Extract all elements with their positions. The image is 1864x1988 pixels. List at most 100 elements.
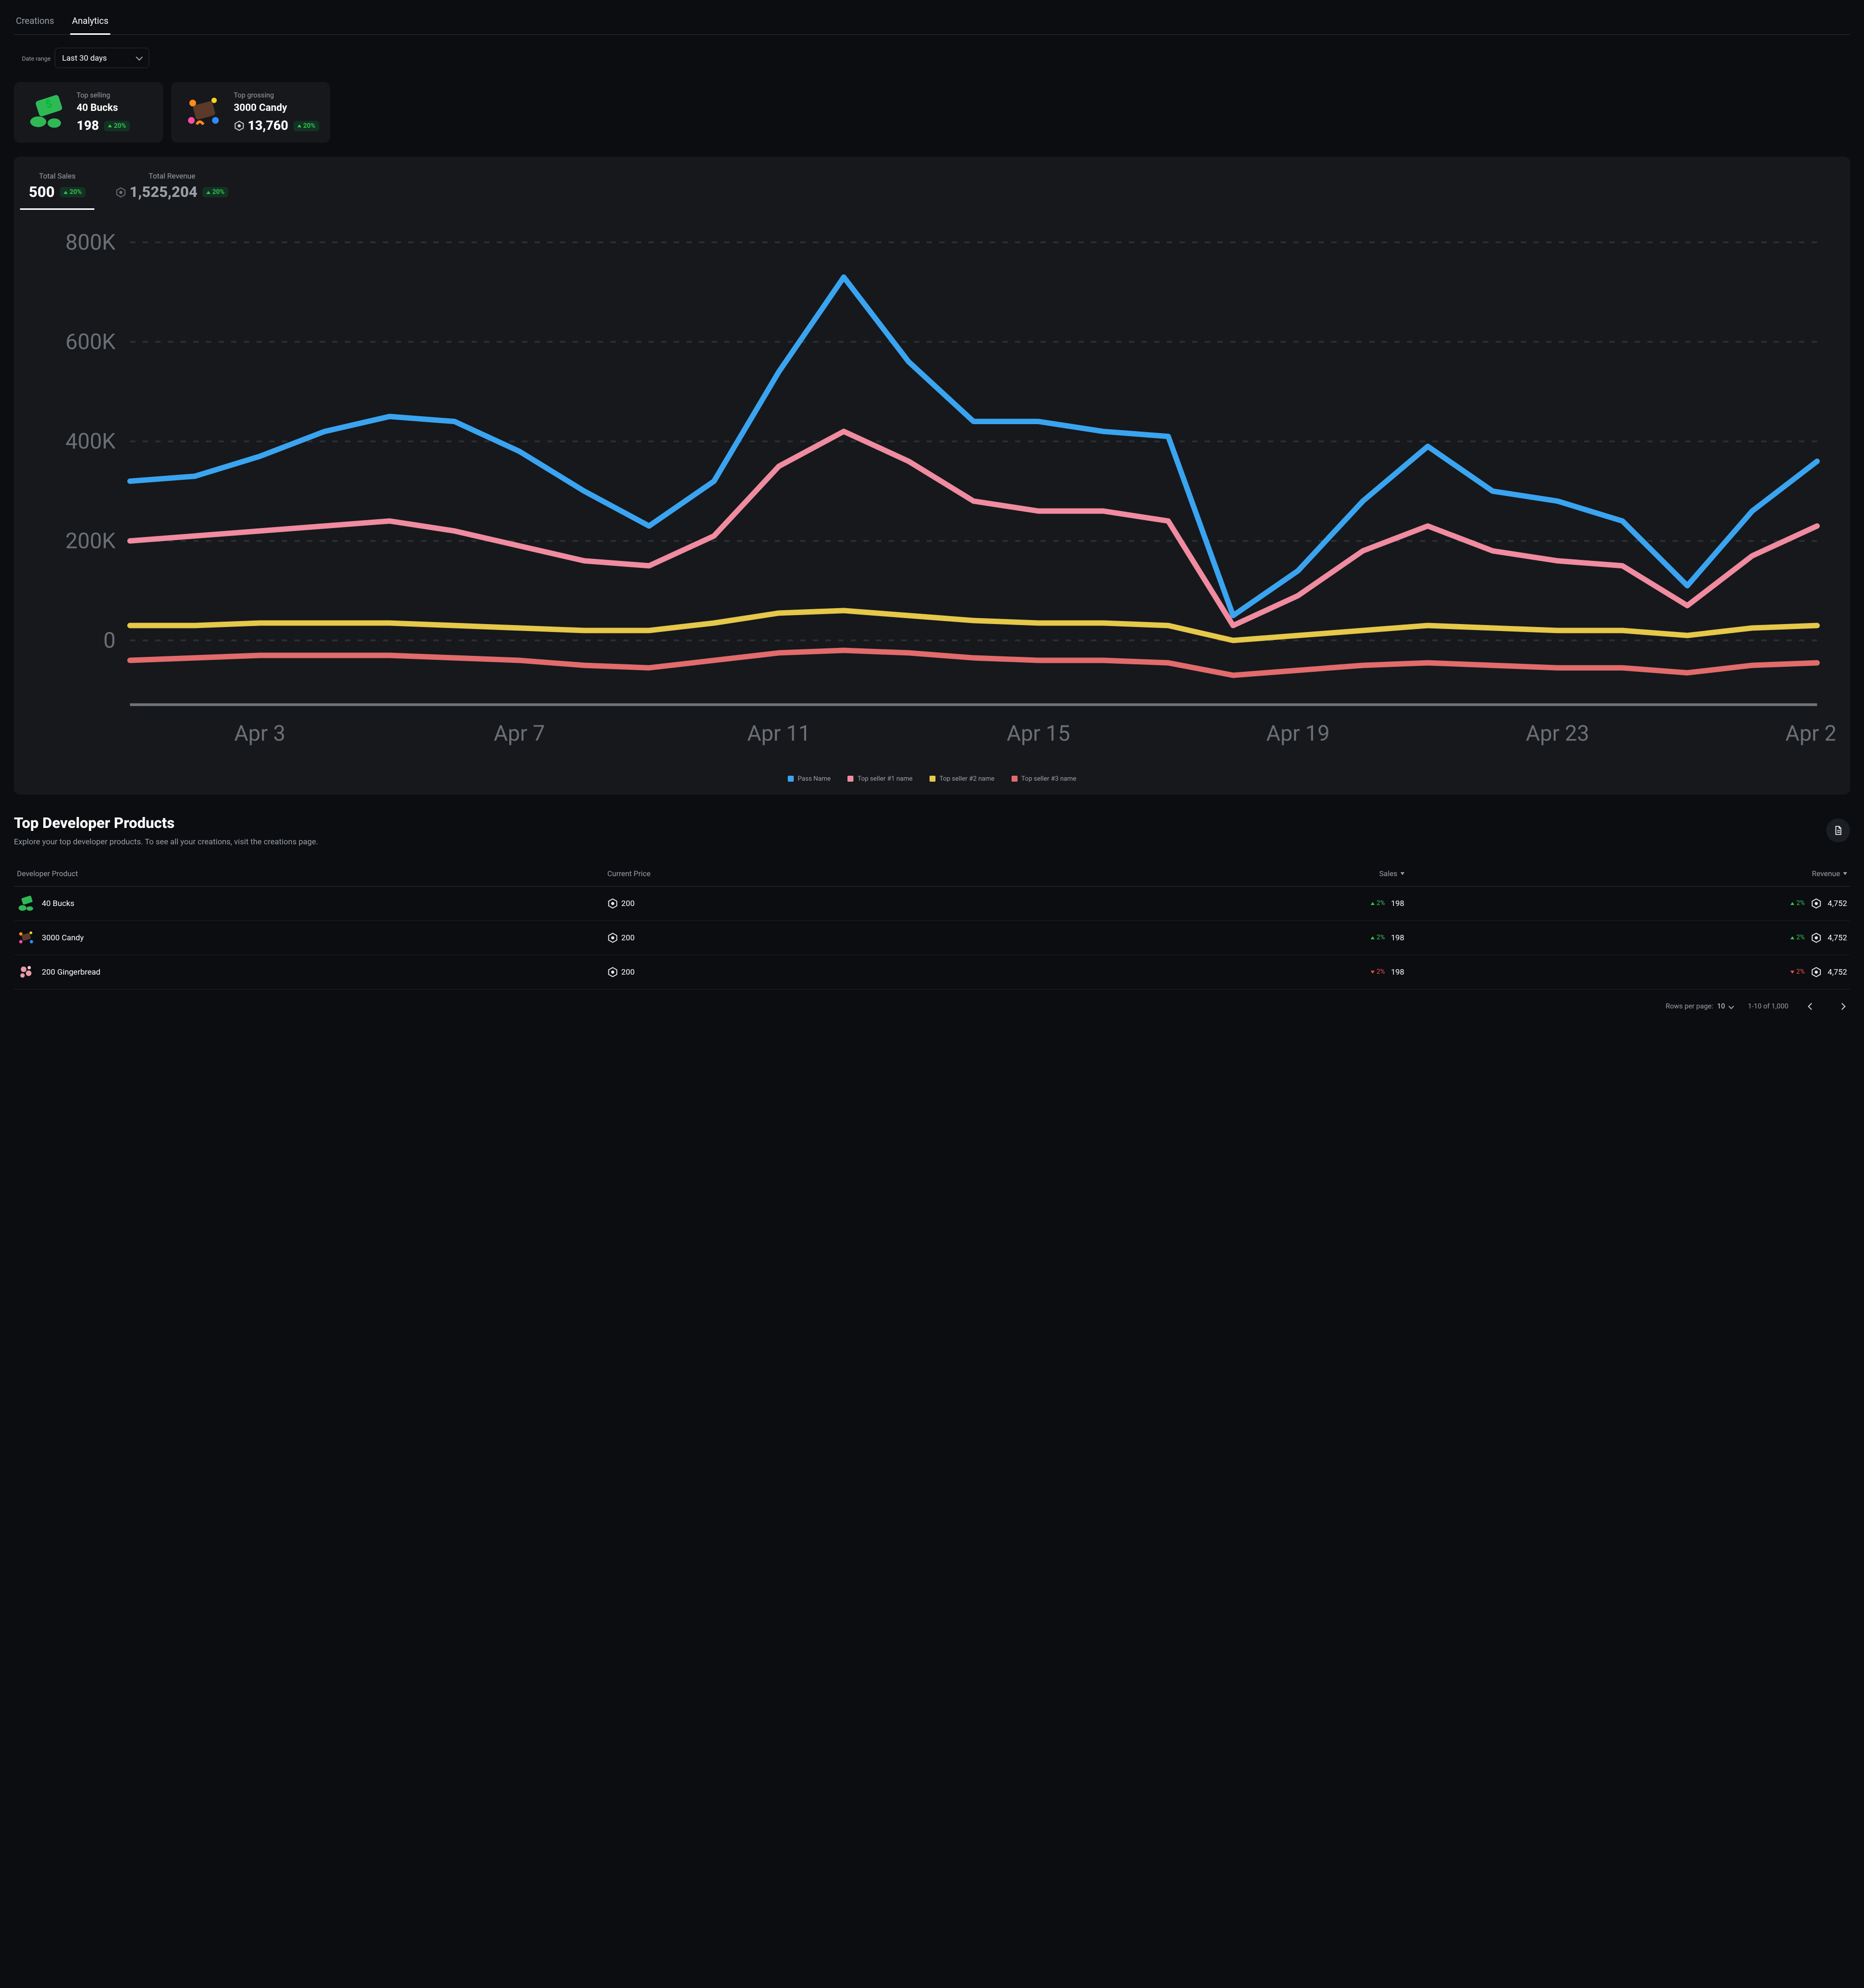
legend-swatch bbox=[847, 776, 853, 782]
sort-desc-icon bbox=[1400, 872, 1404, 875]
candy-icon bbox=[17, 929, 35, 947]
sales-value: 198 bbox=[1391, 899, 1404, 908]
svg-text:Apr 23: Apr 23 bbox=[1526, 721, 1589, 746]
svg-text:Apr 11: Apr 11 bbox=[747, 721, 810, 746]
metric-delta: 20% bbox=[202, 187, 228, 197]
metric-label: Total Revenue bbox=[115, 172, 228, 181]
table-row[interactable]: 3000 Candy 200 2% 198 2% 4,752 bbox=[14, 921, 1850, 955]
section-subtitle: Explore your top developer products. To … bbox=[14, 837, 318, 846]
arrow-up-icon bbox=[64, 191, 68, 194]
chart-panel: Total Sales 500 20% Total Revenue 1,525,… bbox=[14, 157, 1850, 795]
revenue-value: 4,752 bbox=[1828, 933, 1847, 942]
robux-icon bbox=[607, 967, 618, 978]
revenue-delta: 2% bbox=[1790, 900, 1805, 907]
arrow-up-icon bbox=[1790, 902, 1794, 905]
document-icon bbox=[1833, 825, 1844, 836]
legend-item[interactable]: Top seller #2 name bbox=[930, 775, 995, 783]
cell-revenue: 2% 4,752 bbox=[1790, 898, 1847, 909]
date-range-value: Last 30 days bbox=[62, 53, 107, 63]
products-table: Developer Product Current Price Sales Re… bbox=[14, 861, 1850, 990]
legend-swatch bbox=[930, 776, 935, 782]
legend-item[interactable]: Top seller #1 name bbox=[847, 775, 913, 783]
robux-icon bbox=[115, 187, 126, 198]
legend-swatch bbox=[788, 776, 794, 782]
cell-price: 200 bbox=[607, 898, 961, 909]
chart: 0200K400K600K800KApr 3Apr 7Apr 11Apr 15A… bbox=[29, 224, 1835, 766]
table-row[interactable]: 200 Gingerbread 200 2% 198 2% 4,752 bbox=[14, 955, 1850, 990]
kpi-top-grossing[interactable]: Top grossing 3000 Candy 13,760 20% bbox=[171, 82, 330, 143]
legend-item[interactable]: Pass Name bbox=[788, 775, 831, 783]
th-price[interactable]: Current Price bbox=[607, 869, 961, 878]
revenue-value: 4,752 bbox=[1828, 899, 1847, 908]
pagination-range: 1-10 of 1,000 bbox=[1748, 1002, 1789, 1010]
chevron-left-icon bbox=[1808, 1003, 1815, 1010]
product-name: 3000 Candy bbox=[42, 933, 84, 942]
legend-label: Top seller #3 name bbox=[1022, 775, 1077, 783]
kpi-top-selling[interactable]: $ Top selling 40 Bucks 198 20% bbox=[14, 82, 163, 143]
product-name: 40 Bucks bbox=[42, 899, 74, 908]
sales-delta: 2% bbox=[1371, 900, 1385, 907]
kpi-delta: 20% bbox=[104, 121, 130, 131]
th-revenue[interactable]: Revenue bbox=[1812, 869, 1847, 878]
kpi-name: 3000 Candy bbox=[234, 101, 319, 113]
arrow-down-icon bbox=[1790, 971, 1794, 974]
cell-product: 40 Bucks bbox=[17, 895, 607, 912]
arrow-down-icon bbox=[1371, 971, 1375, 974]
th-product[interactable]: Developer Product bbox=[17, 869, 607, 878]
robux-icon bbox=[607, 898, 618, 909]
table-row[interactable]: 40 Bucks 200 2% 198 2% 4,752 bbox=[14, 887, 1850, 921]
svg-text:0: 0 bbox=[103, 628, 116, 653]
rows-per-page[interactable]: Rows per page: 10 bbox=[1666, 1002, 1733, 1010]
arrow-up-icon bbox=[108, 124, 112, 127]
metric-value: 500 bbox=[29, 183, 55, 201]
svg-text:400K: 400K bbox=[66, 429, 116, 454]
date-range-select[interactable]: Last 30 days bbox=[55, 48, 149, 68]
metric-tab-total-sales[interactable]: Total Sales 500 20% bbox=[29, 172, 86, 210]
arrow-up-icon bbox=[1371, 902, 1375, 905]
cell-sales: 2% 198 bbox=[1371, 933, 1404, 942]
legend-label: Top seller #2 name bbox=[939, 775, 995, 783]
sales-delta: 2% bbox=[1371, 934, 1385, 941]
cell-price: 200 bbox=[607, 932, 961, 943]
candy-icon bbox=[182, 91, 225, 134]
metric-value: 1,525,204 bbox=[115, 183, 197, 201]
metric-tab-total-revenue[interactable]: Total Revenue 1,525,204 20% bbox=[115, 172, 228, 210]
date-range-label: Date range bbox=[20, 55, 53, 62]
date-range-field: Date range Last 30 days bbox=[14, 48, 1850, 68]
export-button[interactable] bbox=[1826, 818, 1850, 842]
cash-icon: $ bbox=[25, 91, 68, 134]
rows-per-page-value: 10 bbox=[1717, 1002, 1725, 1010]
table-header: Developer Product Current Price Sales Re… bbox=[14, 861, 1850, 887]
pagination: Rows per page: 10 1-10 of 1,000 bbox=[14, 998, 1850, 1014]
robux-icon bbox=[1811, 967, 1822, 978]
cell-product: 3000 Candy bbox=[17, 929, 607, 947]
chart-legend: Pass Name Top seller #1 name Top seller #2… bbox=[29, 775, 1835, 783]
next-page-button[interactable] bbox=[1834, 998, 1850, 1014]
sort-desc-icon bbox=[1843, 872, 1847, 875]
legend-item[interactable]: Top seller #3 name bbox=[1012, 775, 1077, 783]
metric-label: Total Sales bbox=[29, 172, 86, 181]
svg-text:600K: 600K bbox=[66, 329, 116, 355]
sales-delta: 2% bbox=[1371, 968, 1385, 976]
svg-text:Apr 7: Apr 7 bbox=[494, 721, 545, 746]
revenue-delta: 2% bbox=[1790, 968, 1805, 976]
prev-page-button[interactable] bbox=[1803, 998, 1819, 1014]
arrow-up-icon bbox=[297, 124, 301, 127]
gingerbread-icon bbox=[17, 963, 35, 981]
robux-icon bbox=[607, 932, 618, 943]
cash-icon bbox=[17, 895, 35, 912]
svg-text:Apr 19: Apr 19 bbox=[1266, 721, 1329, 746]
arrow-up-icon bbox=[1371, 936, 1375, 939]
svg-text:Apr 3: Apr 3 bbox=[234, 721, 285, 746]
kpi-name: 40 Bucks bbox=[77, 101, 130, 113]
revenue-delta: 2% bbox=[1790, 934, 1805, 941]
kpi-cards: $ Top selling 40 Bucks 198 20% Top gross… bbox=[14, 82, 1850, 143]
cell-sales: 2% 198 bbox=[1371, 899, 1404, 908]
tab-creations[interactable]: Creations bbox=[14, 9, 56, 34]
sales-value: 198 bbox=[1391, 967, 1404, 977]
cell-sales: 2% 198 bbox=[1371, 967, 1404, 977]
legend-swatch bbox=[1012, 776, 1018, 782]
tab-analytics[interactable]: Analytics bbox=[70, 9, 110, 34]
th-sales[interactable]: Sales bbox=[1379, 869, 1404, 878]
kpi-value: 198 bbox=[77, 118, 99, 133]
